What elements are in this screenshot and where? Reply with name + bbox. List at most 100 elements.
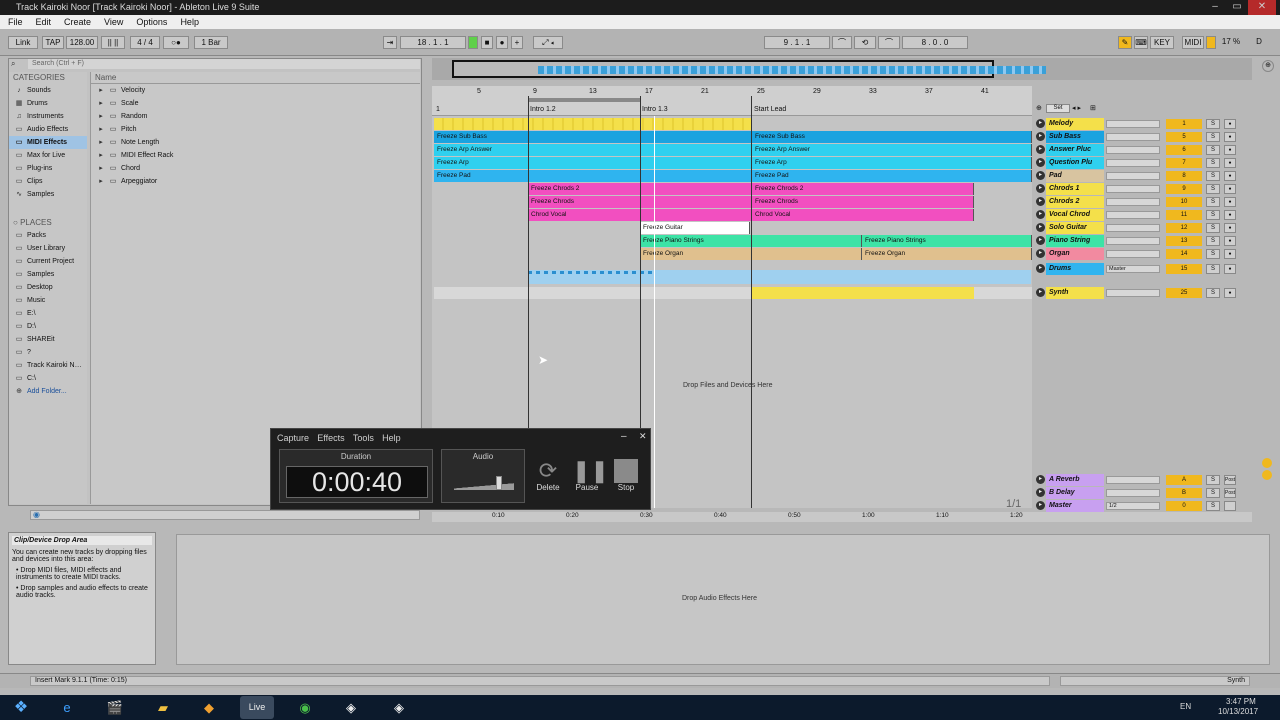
tempo-field[interactable]: 128.00 bbox=[66, 36, 98, 49]
list-item[interactable]: ▸ ▭ Chord bbox=[91, 162, 420, 175]
clip[interactable]: Freeze Organ bbox=[862, 248, 1032, 260]
locator-start-lead[interactable]: Start Lead bbox=[754, 106, 786, 113]
track-name[interactable]: Melody bbox=[1046, 118, 1104, 130]
solo-button[interactable]: S bbox=[1206, 210, 1220, 220]
locator-prev-icon[interactable]: ◂ ▸ bbox=[1072, 104, 1081, 112]
track-activator[interactable]: 1 bbox=[1166, 119, 1202, 129]
solo-button[interactable]: S bbox=[1206, 158, 1220, 168]
track-name[interactable]: Master bbox=[1046, 500, 1104, 512]
menu-create[interactable]: Create bbox=[59, 15, 96, 29]
track-header[interactable]: ▸ Sub Bass 5 S ● bbox=[1034, 131, 1252, 143]
solo-button[interactable]: S bbox=[1206, 145, 1220, 155]
category-instruments[interactable]: ♫ Instruments bbox=[9, 110, 87, 123]
return-track-header[interactable]: ▸ A Reverb A S Post bbox=[1034, 474, 1252, 486]
overdub-icon[interactable]: + bbox=[511, 36, 523, 49]
track-header[interactable]: ▸ Drums Master 15 S ● bbox=[1034, 263, 1252, 275]
track-routing[interactable]: Master bbox=[1106, 265, 1160, 273]
category-midi-effects[interactable]: ▭ MIDI Effects bbox=[9, 136, 87, 149]
post-button[interactable]: Post bbox=[1224, 475, 1236, 485]
add-folder-button[interactable]: ⊕ Add Folder... bbox=[9, 385, 87, 398]
list-item[interactable]: ▸ ▭ MIDI Effect Rack bbox=[91, 149, 420, 162]
place-item[interactable]: ▭ Samples bbox=[9, 268, 87, 281]
track-header[interactable]: ▸ Pad 8 S ● bbox=[1034, 170, 1252, 182]
chrome-icon[interactable]: ◉ bbox=[288, 696, 322, 719]
recorder-menu-tools[interactable]: Tools bbox=[353, 433, 374, 443]
clip[interactable]: Freeze Arp bbox=[752, 157, 1032, 169]
category-audio-effects[interactable]: ▭ Audio Effects bbox=[9, 123, 87, 136]
track-activator[interactable]: 25 bbox=[1166, 288, 1202, 298]
browser-search-input[interactable]: Search (Ctrl + F) bbox=[28, 59, 420, 69]
recorder-close-button[interactable]: ✕ bbox=[639, 431, 647, 442]
expand-icon[interactable]: ▸ bbox=[97, 136, 105, 149]
place-item[interactable]: ▭ Current Project bbox=[9, 255, 87, 268]
track-name[interactable]: Answer Pluc bbox=[1046, 144, 1104, 156]
clip[interactable]: Freeze Arp bbox=[434, 157, 752, 169]
track-activator[interactable]: 11 bbox=[1166, 210, 1202, 220]
category-plugins[interactable]: ▭ Plug-ins bbox=[9, 162, 87, 175]
solo-button[interactable]: S bbox=[1206, 288, 1220, 298]
record-button[interactable]: ● bbox=[496, 36, 508, 49]
clip[interactable]: Freeze Chrods bbox=[752, 196, 974, 208]
midi-map-button[interactable]: MIDI bbox=[1182, 36, 1204, 49]
arrangement-overview[interactable] bbox=[432, 58, 1252, 80]
track-routing[interactable] bbox=[1106, 185, 1160, 193]
maximize-button[interactable]: ▭ bbox=[1226, 0, 1248, 15]
track-routing[interactable] bbox=[1106, 476, 1160, 484]
synth-clip[interactable] bbox=[752, 287, 974, 299]
minimize-button[interactable]: – bbox=[1204, 0, 1226, 15]
track-fold-icon[interactable]: ▸ bbox=[1036, 488, 1045, 497]
tap-button[interactable]: TAP bbox=[42, 36, 64, 49]
track-fold-icon[interactable]: ▸ bbox=[1036, 119, 1045, 128]
track-fold-icon[interactable]: ▸ bbox=[1036, 145, 1045, 154]
track-routing[interactable] bbox=[1106, 120, 1160, 128]
play-button[interactable] bbox=[468, 36, 478, 49]
follow-icon[interactable]: ⇥ bbox=[383, 36, 397, 49]
clip[interactable]: Freeze Guitar bbox=[640, 222, 750, 234]
solo-button[interactable]: S bbox=[1206, 475, 1220, 485]
arm-button[interactable]: ● bbox=[1224, 197, 1236, 207]
arm-button[interactable]: ● bbox=[1224, 210, 1236, 220]
track-name[interactable]: Sub Bass bbox=[1046, 131, 1104, 143]
track-fold-icon[interactable]: ▸ bbox=[1036, 171, 1045, 180]
expand-icon[interactable]: ▸ bbox=[97, 175, 105, 188]
app-icon[interactable]: ◈ bbox=[334, 696, 368, 719]
set-icon[interactable]: ⊕ bbox=[1036, 104, 1042, 112]
track-routing[interactable] bbox=[1106, 172, 1160, 180]
movie-icon[interactable]: 🎬 bbox=[98, 696, 132, 719]
zoom-icon[interactable]: ⊕ bbox=[1262, 60, 1274, 72]
arm-button[interactable]: ● bbox=[1224, 119, 1236, 129]
recorder-menu-help[interactable]: Help bbox=[382, 433, 401, 443]
melody-clip[interactable] bbox=[434, 118, 752, 130]
list-item[interactable]: ▸ ▭ Velocity bbox=[91, 84, 420, 97]
stop-button[interactable]: ■ bbox=[481, 36, 493, 49]
solo-button[interactable]: S bbox=[1206, 197, 1220, 207]
track-routing[interactable] bbox=[1106, 211, 1160, 219]
track-activator[interactable]: 7 bbox=[1166, 158, 1202, 168]
clock-time[interactable]: 3:47 PM bbox=[1226, 697, 1256, 706]
track-header[interactable]: ▸ Synth 25 S ● bbox=[1034, 287, 1252, 299]
automation-arm-icon[interactable]: ⤢ ◂ bbox=[533, 36, 563, 49]
category-samples[interactable]: ∿ Samples bbox=[9, 188, 87, 201]
post-button[interactable]: Post bbox=[1224, 488, 1236, 498]
list-item[interactable]: ▸ ▭ Random bbox=[91, 110, 420, 123]
punch-out-icon[interactable]: ⌒ bbox=[878, 36, 900, 49]
track-header[interactable]: ▸ Vocal Chrod 11 S ● bbox=[1034, 209, 1252, 221]
key-map-button[interactable]: KEY bbox=[1150, 36, 1174, 49]
pause-button[interactable]: ❚❚ Pause bbox=[572, 459, 609, 493]
track-fold-icon[interactable]: ▸ bbox=[1036, 132, 1045, 141]
selected-track-label[interactable]: Synth bbox=[1060, 676, 1250, 686]
category-max-for-live[interactable]: ▭ Max for Live bbox=[9, 149, 87, 162]
metronome-icon[interactable]: ○● bbox=[163, 36, 189, 49]
set-button[interactable]: Set bbox=[1046, 104, 1070, 113]
track-activator[interactable]: 10 bbox=[1166, 197, 1202, 207]
menu-options[interactable]: Options bbox=[131, 15, 172, 29]
track-name[interactable]: Pad bbox=[1046, 170, 1104, 182]
ie-icon[interactable]: e bbox=[50, 696, 84, 719]
stop-recording-button[interactable]: Stop bbox=[611, 459, 641, 492]
track-name[interactable]: B Delay bbox=[1046, 487, 1104, 499]
track-routing[interactable] bbox=[1106, 146, 1160, 154]
track-fold-icon[interactable]: ▸ bbox=[1036, 288, 1045, 297]
arm-button[interactable]: ● bbox=[1224, 158, 1236, 168]
beat-time-ruler[interactable]: 5 9 13 17 21 25 29 33 37 41 1 Intro 1.2 … bbox=[432, 86, 1032, 116]
arm-button[interactable]: ● bbox=[1224, 223, 1236, 233]
